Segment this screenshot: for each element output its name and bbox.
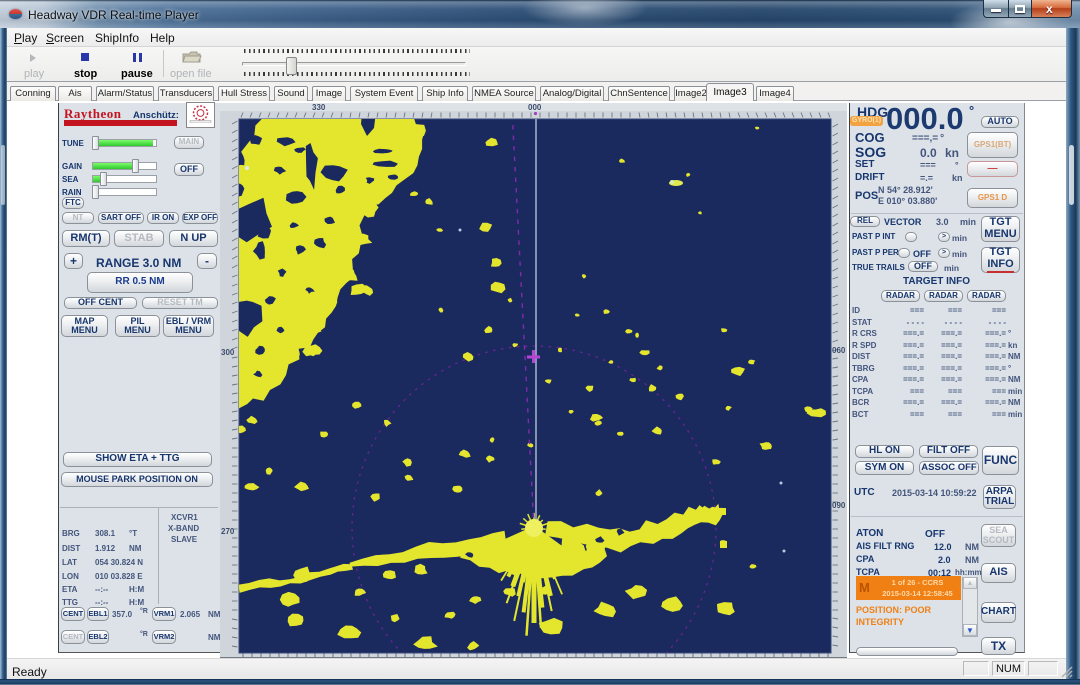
svg-text:300: 300	[221, 348, 235, 357]
svg-text:090: 090	[832, 501, 846, 510]
svg-text:330: 330	[312, 103, 326, 112]
svg-text:000: 000	[528, 103, 542, 112]
svg-text:270: 270	[221, 527, 235, 536]
svg-text:060: 060	[832, 346, 846, 355]
